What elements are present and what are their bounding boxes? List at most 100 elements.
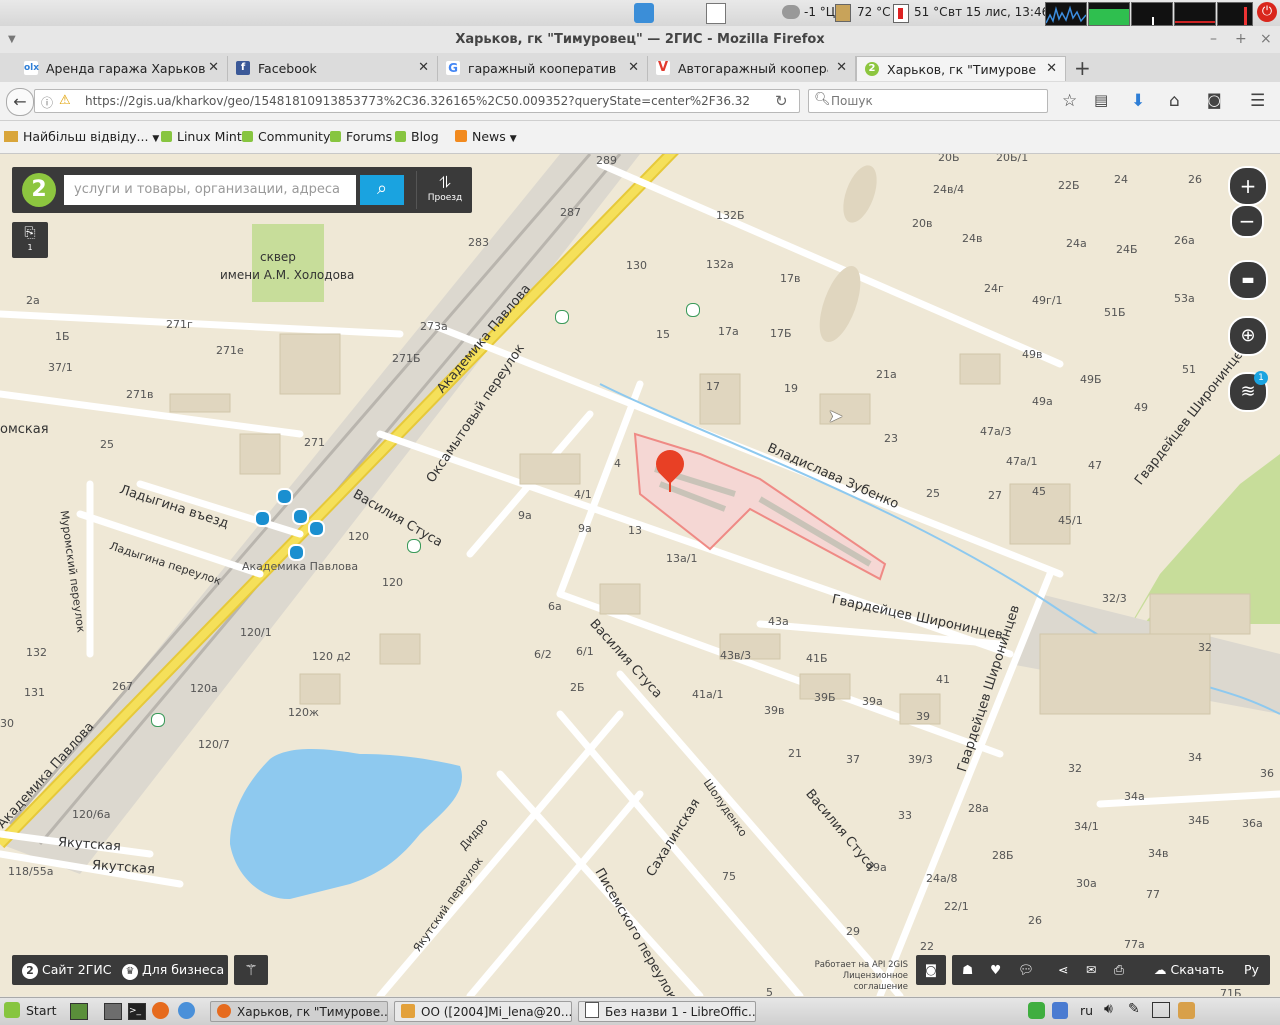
metro-icon[interactable] bbox=[276, 488, 293, 505]
tab-google[interactable]: G гаражный кооператив т... ✕ bbox=[438, 56, 648, 81]
app-launcher-icon[interactable] bbox=[634, 3, 654, 23]
metro-icon[interactable] bbox=[292, 508, 309, 525]
map-label: 71Б bbox=[1220, 987, 1242, 996]
map-label: 30 bbox=[0, 717, 14, 730]
volume-icon[interactable]: 🔊︎ bbox=[1104, 1001, 1113, 1017]
update-manager-icon[interactable] bbox=[1028, 1002, 1045, 1019]
pharmacy-icon[interactable] bbox=[686, 303, 700, 317]
map-label: 34/1 bbox=[1074, 820, 1099, 833]
map-label: 4/1 bbox=[574, 488, 592, 501]
home-icon[interactable]: ⌂ bbox=[1169, 91, 1180, 111]
window-titlebar: ▼ Харьков, гк "Тимуровец" — 2ГИС - Mozil… bbox=[0, 26, 1280, 54]
bookmark-most-visited[interactable]: Найбільш відвіду... ▼ bbox=[4, 129, 159, 144]
email-icon[interactable]: ✉ bbox=[1086, 955, 1096, 985]
pocket-icon[interactable]: ◙ bbox=[1207, 91, 1222, 109]
ruler-button[interactable]: ▬ bbox=[1228, 260, 1268, 300]
license-link[interactable]: Лицензионное соглашение bbox=[792, 971, 908, 993]
metro-icon[interactable] bbox=[308, 520, 325, 537]
history-count: 1 bbox=[27, 243, 33, 252]
zoom-out-button[interactable]: − bbox=[1230, 204, 1264, 238]
clock[interactable]: вт 15 лис, 13:46 bbox=[948, 5, 1049, 19]
close-tab-icon[interactable]: ✕ bbox=[836, 60, 847, 75]
browser-search-input[interactable]: 🔍︎ Пошук bbox=[808, 89, 1048, 113]
firefox-icon[interactable] bbox=[152, 1002, 169, 1019]
url-bar[interactable]: ⓘ ⚠ https://2gis.ua/kharkov/geo/15481810… bbox=[34, 89, 800, 113]
power-icon[interactable]: ⏻ bbox=[1257, 2, 1277, 22]
search-engine-icon[interactable]: 🔍︎ bbox=[814, 92, 831, 107]
tab-2gis[interactable]: 2 Харьков, гк "Тимуровец... ✕ bbox=[856, 56, 1066, 81]
download-button[interactable]: ☁ Скачать bbox=[1154, 955, 1224, 985]
pharmacy-icon[interactable] bbox=[407, 539, 421, 553]
close-tab-icon[interactable]: ✕ bbox=[1046, 61, 1057, 76]
terminal-icon[interactable]: >_ bbox=[128, 1003, 146, 1020]
info-icon[interactable]: ⓘ bbox=[41, 94, 53, 111]
task-libreoffice[interactable]: Без назви 1 - LibreOffic... bbox=[578, 1001, 756, 1022]
metro-icon[interactable] bbox=[254, 510, 271, 527]
disk-graph bbox=[1174, 2, 1216, 26]
geolocate-button[interactable]: ⊕ bbox=[1228, 316, 1268, 356]
keyboard-layout[interactable]: ru bbox=[1080, 1003, 1093, 1018]
pen-icon[interactable]: ✎ bbox=[1128, 1001, 1140, 1017]
task-mail[interactable]: ОО ([2004]Mi_lena@20... bbox=[394, 1001, 572, 1022]
network-icon[interactable] bbox=[1152, 1002, 1170, 1018]
new-tab-button[interactable]: + bbox=[1074, 56, 1091, 80]
chevron-down-icon: ▼ bbox=[152, 134, 160, 144]
map-canvas[interactable]: сквер имени А.М. Холодова 289 287 283 27… bbox=[0, 154, 1280, 996]
bookmark-blog[interactable]: Blog bbox=[395, 129, 439, 144]
facebook-icon: f bbox=[236, 61, 250, 75]
route-button[interactable]: ⥮ Проезд bbox=[416, 171, 473, 209]
screenshot-button[interactable]: ◙ bbox=[916, 955, 946, 985]
reading-list-icon[interactable]: ▤ bbox=[1094, 91, 1108, 109]
map-label: 37 bbox=[846, 753, 860, 766]
bookmark-star-icon[interactable]: ☆ bbox=[1062, 91, 1077, 111]
map-search-button[interactable]: ⌕ bbox=[360, 175, 404, 205]
close-tab-icon[interactable]: ✕ bbox=[208, 60, 219, 75]
close-tab-icon[interactable]: ✕ bbox=[628, 60, 639, 75]
minimize-button[interactable]: – bbox=[1210, 31, 1217, 47]
close-window-button[interactable]: × bbox=[1260, 31, 1272, 47]
map-label: 24в bbox=[962, 232, 983, 245]
map-label: 132 bbox=[26, 646, 47, 659]
chat-icon[interactable]: 💬︎ bbox=[1018, 955, 1034, 985]
2gis-logo-icon[interactable]: 2 bbox=[22, 173, 56, 207]
bookmark-linux-mint[interactable]: Linux Mint bbox=[161, 129, 242, 144]
start-button[interactable]: Start bbox=[4, 1002, 57, 1018]
traffic-button[interactable]: ⚚ bbox=[234, 955, 268, 985]
site-2gis-button[interactable]: 2 Сайт 2ГИС bbox=[22, 955, 111, 985]
share-icon[interactable]: ⋖ bbox=[1058, 955, 1068, 985]
tab-avtogarage[interactable]: V Автогаражный коопера... ✕ bbox=[648, 56, 856, 81]
print-icon[interactable]: ⎙ bbox=[1114, 955, 1124, 985]
firefox-icon bbox=[217, 1004, 231, 1018]
map-search-input[interactable]: услуги и товары, организации, адреса bbox=[64, 175, 356, 205]
tab-facebook[interactable]: f Facebook ✕ bbox=[228, 56, 438, 81]
language-button[interactable]: Ру bbox=[1244, 955, 1259, 985]
reload-icon[interactable]: ↻ bbox=[775, 92, 788, 110]
bookmark-community[interactable]: Community bbox=[242, 129, 330, 144]
tab-olx[interactable]: olx Аренда гаража Харьков... ✕ bbox=[16, 56, 228, 81]
history-button[interactable]: ⎘ 1 bbox=[12, 222, 48, 258]
menu-icon[interactable]: ☰ bbox=[1250, 91, 1265, 111]
favorites-icon[interactable]: ♥ bbox=[990, 955, 1001, 985]
maximize-button[interactable]: + bbox=[1235, 31, 1247, 47]
bookmark-forums[interactable]: Forums bbox=[330, 129, 392, 144]
pharmacy-icon[interactable] bbox=[151, 713, 165, 727]
show-desktop-icon[interactable] bbox=[70, 1003, 88, 1020]
shield-icon[interactable] bbox=[1052, 1002, 1068, 1019]
bookmark-news[interactable]: News ▼ bbox=[455, 129, 517, 144]
metro-icon[interactable] bbox=[288, 544, 305, 561]
close-tab-icon[interactable]: ✕ bbox=[418, 60, 429, 75]
tray-app-icon[interactable] bbox=[1178, 1002, 1195, 1019]
window-title: Харьков, гк "Тимуровец" — 2ГИС - Mozilla… bbox=[455, 32, 825, 47]
chromium-icon[interactable] bbox=[178, 1002, 195, 1019]
task-firefox[interactable]: Харьков, гк "Тимурове... bbox=[210, 1001, 388, 1022]
user-icon[interactable]: ☗ bbox=[962, 955, 973, 985]
map-label: 32 bbox=[1068, 762, 1082, 775]
downloads-icon[interactable]: ⬇ bbox=[1131, 91, 1145, 111]
pharmacy-icon[interactable] bbox=[555, 310, 569, 324]
file-manager-icon[interactable] bbox=[104, 1003, 122, 1020]
zoom-in-button[interactable]: + bbox=[1228, 166, 1268, 206]
back-button[interactable]: ← bbox=[6, 88, 34, 116]
warning-lock-icon[interactable]: ⚠ bbox=[59, 93, 71, 108]
for-business-button[interactable]: ♛ Для бизнеса bbox=[122, 955, 224, 985]
calendar-icon[interactable] bbox=[706, 3, 726, 24]
